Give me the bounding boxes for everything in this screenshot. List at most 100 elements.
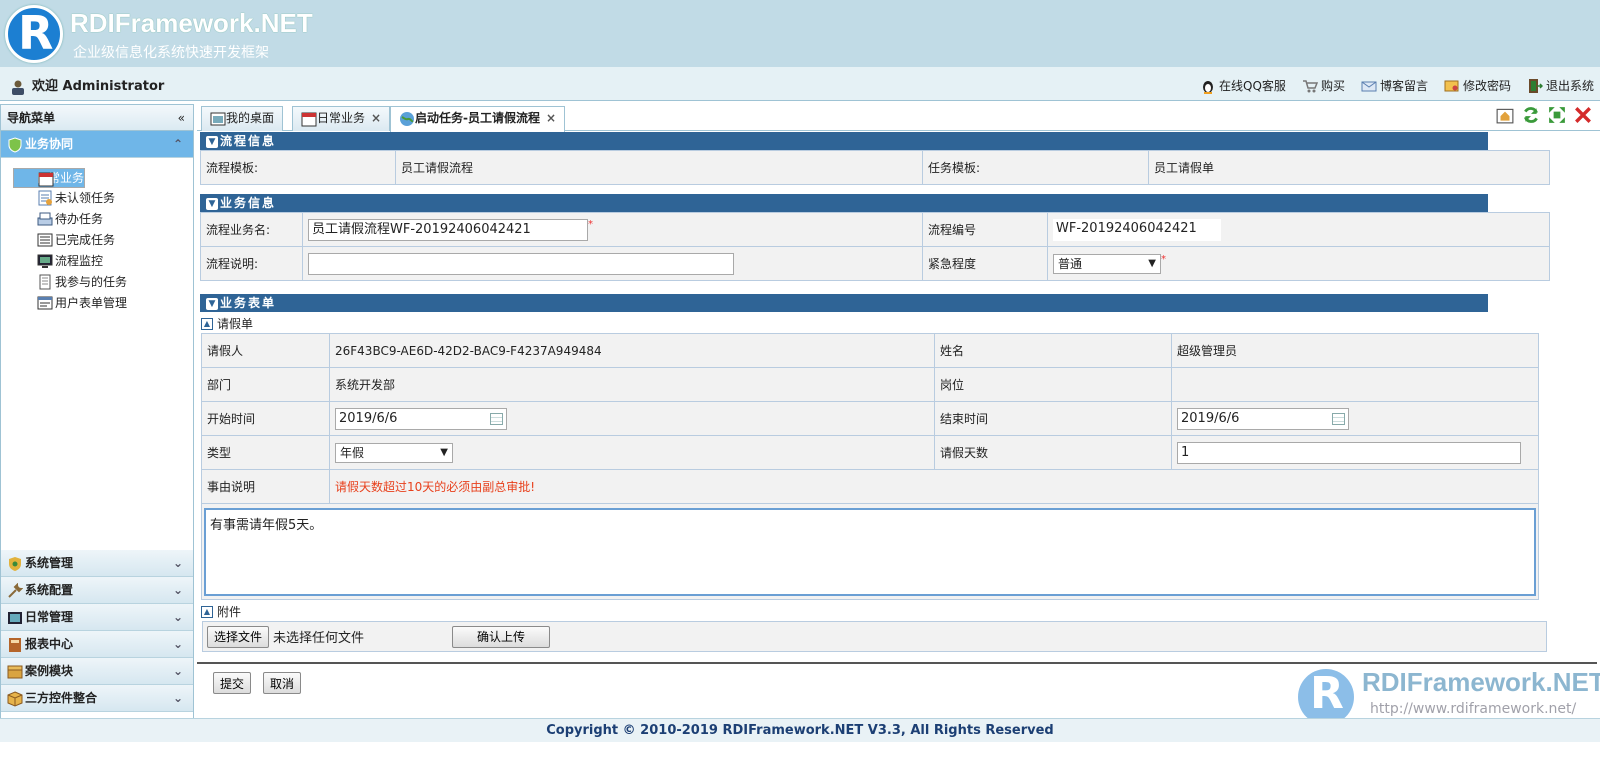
tab-my-desktop[interactable]: 我的桌面 [201, 106, 284, 131]
collapse-toggle-icon: ▲ [201, 317, 213, 330]
end-time-value: 2019/6/6 [1181, 410, 1240, 426]
monitor-icon [37, 254, 53, 268]
applicant-label: 请假人 [201, 333, 330, 368]
attachment-subheader[interactable]: ▲ 附件 [201, 603, 241, 620]
buy-link[interactable]: 购买 [1302, 77, 1345, 94]
reason-text-cell: 有事需请年假5天。 [201, 503, 1539, 600]
blog-message-link[interactable]: 博客留言 [1361, 77, 1428, 94]
buy-label: 购买 [1320, 79, 1345, 93]
accordion-system-management[interactable]: 系统管理 ⌄ [1, 550, 193, 577]
nav-item-unclaimed-tasks[interactable]: 未认领任务 [13, 188, 181, 209]
close-all-icon[interactable] [1574, 106, 1592, 124]
watermark-logo-letter: R [1310, 668, 1344, 719]
collapse-toggle-icon: ▼ [206, 135, 218, 148]
section-title: 流程信息 [220, 134, 277, 148]
accordion-case-module[interactable]: 案例模块 ⌄ [1, 658, 193, 685]
chevron-down-icon: ⌄ [172, 664, 183, 678]
start-time-label: 开始时间 [201, 401, 330, 436]
change-password-label: 修改密码 [1462, 79, 1511, 93]
chevron-up-icon: ⌃ [172, 137, 183, 151]
accordion-business-collaboration[interactable]: 业务协同 ⌃ [1, 131, 193, 158]
section-title: 业务信息 [220, 196, 277, 210]
accordion-label: 三方控件整合 [25, 691, 98, 705]
end-time-input[interactable]: 2019/6/6 [1177, 407, 1349, 430]
collapse-sidebar-button[interactable]: « [178, 105, 185, 131]
document-lines-icon [37, 233, 53, 247]
tab-daily-business[interactable]: 日常业务 × [292, 106, 391, 131]
business-info-table: 流程业务名: 员工请假流程WF-20192406042421 * 流程编号 WF-… [200, 212, 1550, 281]
task-template-value: 员工请假单 [1148, 150, 1550, 185]
collapse-toggle-icon: ▲ [201, 605, 213, 618]
urgency-cell: 普通 ▼ * [1047, 246, 1550, 281]
leave-type-selected-value: 年假 [340, 445, 365, 460]
section-title: 业务表单 [220, 296, 277, 310]
fullscreen-icon[interactable] [1548, 106, 1566, 124]
app-title: RDIFramework.NET [70, 8, 313, 38]
tab-tools [1496, 106, 1592, 124]
submit-button[interactable]: 提交 [213, 672, 252, 694]
watermark-title: RDIFramework.NET [1362, 667, 1600, 697]
nav-item-my-participated-tasks[interactable]: 我参与的任务 [13, 272, 181, 293]
change-password-link[interactable]: 修改密码 [1444, 77, 1511, 94]
name-value: 超级管理员 [1171, 333, 1539, 368]
watermark-url: http://www.rdiframework.net/ [1370, 701, 1577, 717]
choose-file-button[interactable]: 选择文件 [207, 625, 270, 648]
cancel-button[interactable]: 取消 [263, 672, 302, 694]
confirm-upload-button[interactable]: 确认上传 [452, 625, 551, 648]
tab-start-task-leave-process[interactable]: 启动任务-员工请假流程 × [390, 106, 566, 132]
reason-textarea[interactable]: 有事需请年假5天。 [204, 507, 1536, 596]
calendar-picker-icon[interactable] [490, 412, 503, 425]
accordion-report-center[interactable]: 报表中心 ⌄ [1, 631, 193, 658]
start-time-value: 2019/6/6 [339, 410, 398, 426]
cart-icon [1302, 79, 1318, 92]
section-process-info[interactable]: ▼ 流程信息 [200, 132, 1488, 150]
urgency-label: 紧急程度 [922, 246, 1048, 281]
accordion-third-party-controls[interactable]: 三方控件整合 ⌄ [1, 685, 193, 712]
accordion-system-config[interactable]: 系统配置 ⌄ [1, 577, 193, 604]
nav-item-pending-tasks[interactable]: 待办任务 [13, 209, 181, 230]
nav-item-user-form-management[interactable]: 用户表单管理 [13, 293, 181, 314]
task-template-label: 任务模板: [922, 150, 1149, 185]
leave-form-table: 请假人 26F43BC9-AE6D-42D2-BAC9-F4237A949484… [201, 333, 1539, 600]
accordion-daily-management[interactable]: 日常管理 ⌄ [1, 604, 193, 631]
desktop-icon [210, 112, 226, 125]
qq-penguin-icon [1203, 80, 1214, 94]
chevron-down-icon: ⌄ [172, 637, 183, 651]
calendar-icon [301, 112, 317, 126]
tab-label: 我的桌面 [226, 111, 275, 125]
logout-link[interactable]: 退出系统 [1527, 77, 1594, 94]
nav-item-completed-tasks[interactable]: 已完成任务 [13, 230, 181, 251]
leave-days-input[interactable]: 1 [1177, 441, 1521, 464]
nav-item-daily-business[interactable]: 日常业务 [13, 168, 86, 188]
logo-letter: R [18, 6, 54, 60]
process-desc-input[interactable] [308, 252, 734, 275]
urgency-select[interactable]: 普通 ▼ [1053, 253, 1161, 274]
close-tab-icon[interactable]: × [371, 111, 381, 125]
leave-type-select[interactable]: 年假 ▼ [335, 442, 453, 463]
accordion-label: 报表中心 [25, 637, 74, 651]
calendar-picker-icon[interactable] [1332, 412, 1345, 425]
business-name-cell: 员工请假流程WF-20192406042421 * [302, 212, 923, 247]
logout-label: 退出系统 [1545, 79, 1594, 93]
online-qq-link[interactable]: 在线QQ客服 [1200, 77, 1286, 94]
type-label: 类型 [201, 435, 330, 470]
leave-days-label: 请假天数 [934, 435, 1172, 470]
home-page-icon[interactable] [1496, 106, 1514, 124]
exit-door-icon [1528, 78, 1543, 93]
calendar-icon [38, 172, 54, 187]
welcome-bar: 欢迎 Administrator 在线QQ客服 购买 博客留言 修改密码 退出系… [0, 67, 1600, 101]
business-name-input[interactable]: 员工请假流程WF-20192406042421 [308, 218, 588, 241]
process-desc-cell [302, 246, 923, 281]
refresh-icon[interactable] [1522, 106, 1540, 124]
welcome-label: 欢迎 Administrator [32, 79, 165, 94]
start-time-input[interactable]: 2019/6/6 [335, 407, 507, 430]
leave-form-subheader[interactable]: ▲ 请假单 [201, 315, 253, 332]
task-list-icon [38, 190, 52, 206]
nav-item-process-monitor[interactable]: 流程监控 [13, 251, 181, 272]
section-business-info[interactable]: ▼ 业务信息 [200, 194, 1488, 212]
section-business-form[interactable]: ▼ 业务表单 [200, 294, 1488, 312]
process-template-label: 流程模板: [200, 150, 396, 185]
urgency-selected-value: 普通 [1058, 256, 1083, 271]
close-tab-icon[interactable]: × [546, 111, 556, 125]
app-logo: R [5, 5, 63, 63]
